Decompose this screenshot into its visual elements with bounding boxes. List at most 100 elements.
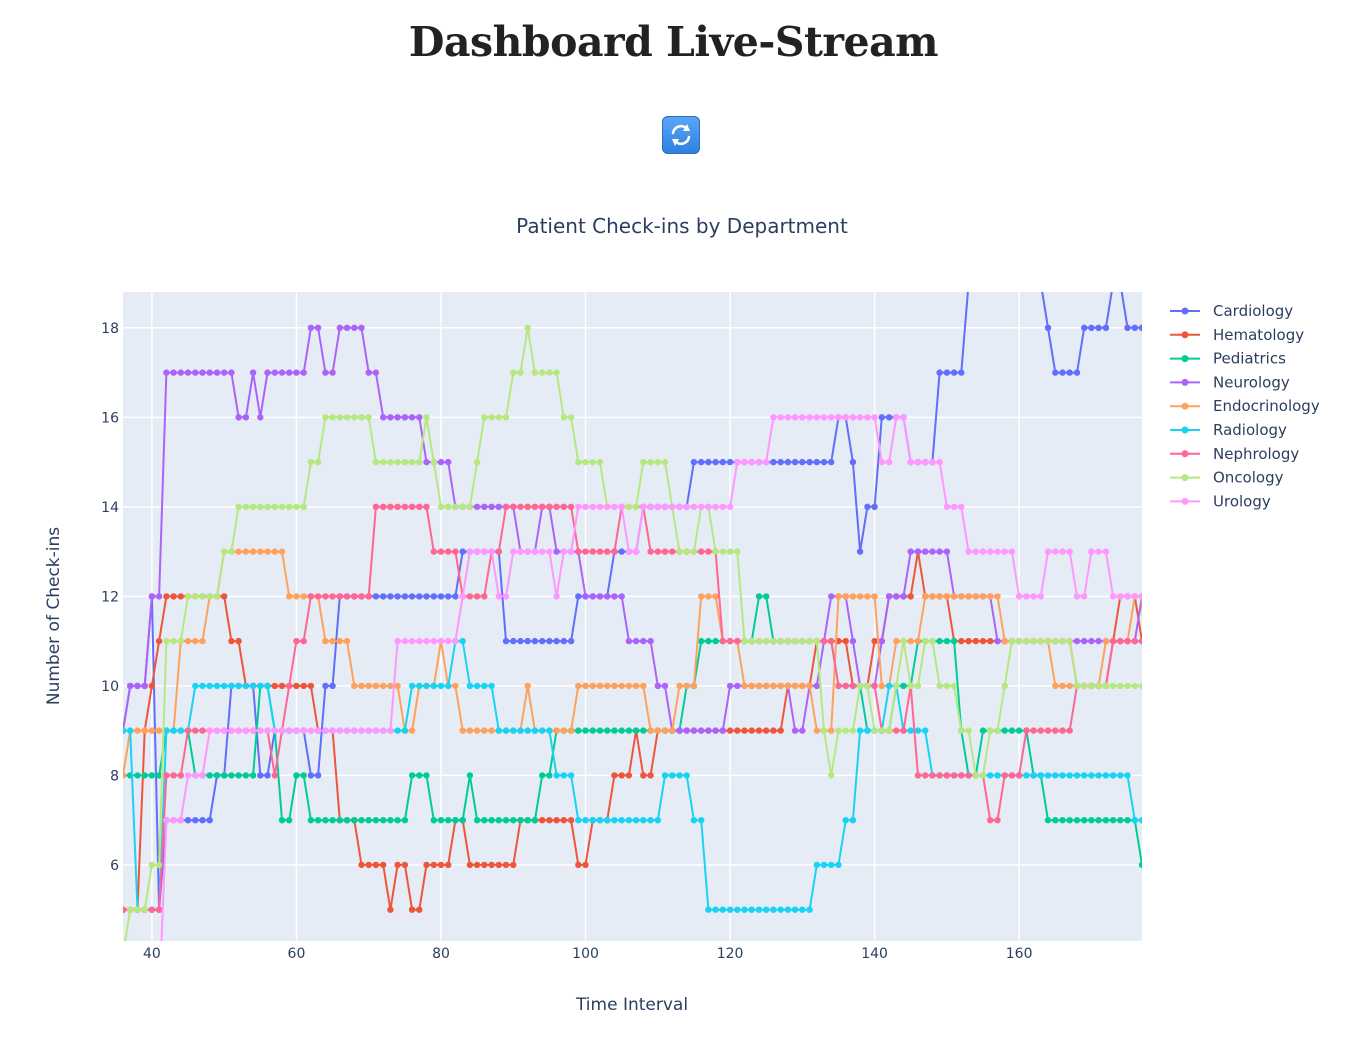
data-point (1117, 637, 1124, 645)
data-point (661, 772, 669, 779)
data-point (987, 280, 993, 286)
legend-item[interactable]: Endocrinology (1170, 397, 1320, 415)
data-point (1117, 817, 1124, 824)
data-point (423, 458, 430, 466)
data-point (336, 414, 343, 421)
data-point (445, 503, 452, 510)
data-point (1182, 683, 1188, 689)
data-point (1153, 727, 1159, 733)
legend-item[interactable]: Neurology (1170, 373, 1290, 391)
data-point (1073, 637, 1081, 645)
data-point (1030, 280, 1036, 286)
data-point (221, 682, 228, 690)
data-point (922, 593, 929, 600)
data-point (286, 593, 293, 600)
data-point (206, 772, 213, 779)
data-point (365, 682, 372, 690)
data-point (864, 593, 871, 600)
data-point (1218, 683, 1224, 689)
data-point (481, 727, 488, 734)
data-point (1204, 683, 1210, 689)
data-point (1059, 369, 1066, 376)
data-point (914, 548, 922, 555)
legend-item[interactable]: Oncology (1170, 469, 1284, 487)
data-point (1030, 772, 1037, 779)
legend-label: Cardiology (1213, 302, 1293, 320)
data-point (553, 817, 560, 824)
data-point (401, 458, 409, 466)
data-point (979, 772, 987, 779)
data-point (1138, 861, 1142, 869)
data-point (1211, 683, 1217, 689)
data-point (300, 503, 307, 510)
data-point (770, 637, 777, 645)
data-point (734, 682, 741, 690)
data-point (343, 593, 351, 600)
data-point (358, 324, 365, 331)
data-point (1037, 727, 1045, 734)
y-tick-label: 12 (101, 589, 119, 605)
legend-item[interactable]: Nephrology (1170, 445, 1299, 463)
data-point (437, 637, 445, 645)
legend-item[interactable]: Hematology (1170, 326, 1304, 344)
data-point (632, 548, 640, 555)
data-point (907, 458, 914, 466)
data-point (929, 593, 936, 600)
data-point (813, 458, 820, 466)
data-point (994, 817, 1001, 824)
data-point (1153, 325, 1159, 331)
data-point (936, 593, 943, 600)
data-point (1161, 862, 1167, 868)
data-point (965, 280, 971, 286)
data-point (950, 369, 958, 376)
data-point (842, 414, 849, 421)
data-point (184, 369, 192, 376)
data-point (1109, 772, 1117, 779)
legend-item[interactable]: Pediatrics (1170, 350, 1286, 368)
x-tick-labels: 40 60 80 100 120 140 160 (143, 946, 1033, 962)
legend-item[interactable]: Cardiology (1170, 302, 1293, 320)
data-point (596, 503, 604, 510)
data-point (531, 817, 539, 824)
data-point (351, 593, 358, 600)
data-point (654, 503, 661, 510)
data-point (582, 861, 589, 869)
data-point (560, 727, 567, 734)
legend-item[interactable]: Urology (1170, 492, 1271, 510)
data-point (755, 682, 763, 690)
data-point (271, 503, 278, 510)
data-point (293, 682, 300, 690)
data-point (358, 593, 365, 600)
data-point (286, 682, 293, 690)
data-point (813, 637, 820, 645)
data-point (864, 503, 871, 510)
data-point (192, 817, 199, 824)
data-point (1001, 682, 1008, 690)
data-point (669, 727, 676, 734)
data-point (416, 772, 423, 779)
data-point (878, 458, 885, 466)
data-point (1189, 727, 1195, 733)
data-point (228, 682, 235, 690)
legend: Cardiology Hematology Pediatrics Neurology E… (1170, 302, 1320, 510)
data-point (979, 593, 987, 600)
data-point (257, 772, 264, 779)
data-point (1197, 638, 1203, 644)
data-point (336, 817, 343, 824)
data-point (473, 682, 481, 690)
data-point (416, 593, 423, 600)
data-point (625, 817, 633, 824)
data-point (712, 727, 719, 734)
data-point (849, 682, 857, 690)
data-point (712, 593, 719, 600)
legend-item[interactable]: Radiology (1170, 421, 1287, 439)
data-point (141, 682, 148, 690)
data-point (1189, 638, 1195, 644)
legend-label: Neurology (1213, 373, 1290, 391)
data-point (199, 727, 206, 734)
data-point (1161, 369, 1167, 375)
data-point (249, 772, 257, 779)
data-point (842, 637, 849, 645)
data-point (365, 861, 372, 869)
data-point (690, 817, 698, 824)
